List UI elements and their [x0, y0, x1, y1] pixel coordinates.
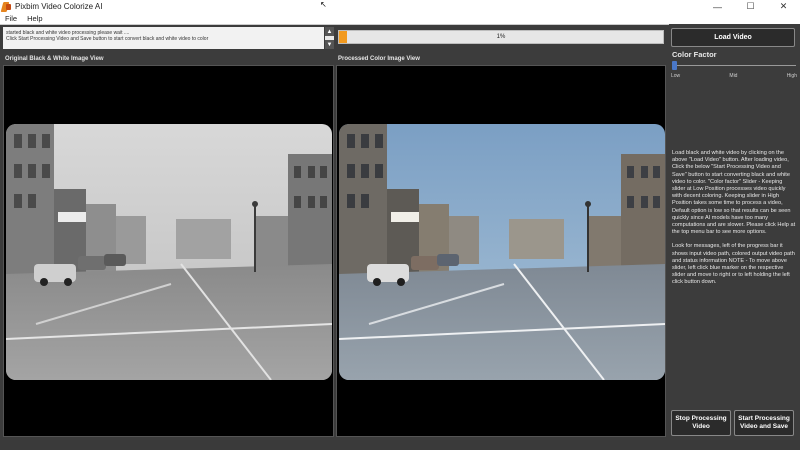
menu-file[interactable]: File [0, 14, 22, 23]
menu-help[interactable]: Help [22, 14, 47, 23]
window-controls: — ☐ ✕ [701, 0, 800, 13]
control-panel: Load Video Color Factor Low Mid High Loa… [669, 24, 800, 437]
message-line: Click Start Processing Video and Save bu… [6, 36, 209, 42]
instructions-text: Load black and white video by clicking o… [672, 150, 796, 294]
processed-view-label: Processed Color Image View [338, 56, 420, 62]
slider-tick-labels: Low Mid High [671, 73, 797, 79]
load-video-button[interactable]: Load Video [671, 28, 795, 47]
message-box[interactable]: started black and white video processing… [3, 27, 324, 49]
slider-label-mid: Mid [729, 73, 738, 79]
progress-label: 1% [496, 34, 506, 40]
original-video-frame [6, 124, 332, 380]
instructions-paragraph: Look for messages, left of the progress … [672, 243, 795, 286]
slider-label-high: High [786, 73, 797, 79]
title-bar: Pixbim Video Colorize AI — ☐ ✕ [0, 0, 800, 13]
color-factor-title: Color Factor [672, 50, 717, 59]
original-image-view [3, 65, 334, 437]
status-bar [0, 440, 800, 450]
start-processing-button[interactable]: Start Processing Video and Save [734, 410, 794, 436]
close-button[interactable]: ✕ [767, 0, 800, 13]
scroll-up-icon[interactable]: ▲ [325, 27, 334, 36]
message-scrollbar[interactable]: ▲ ▼ [325, 27, 334, 49]
color-factor-slider[interactable] [673, 65, 796, 66]
progress-bar: 1% [338, 30, 664, 44]
minimize-button[interactable]: — [701, 0, 734, 13]
app-logo-icon [2, 2, 12, 12]
window-title: Pixbim Video Colorize AI [15, 2, 103, 11]
color-factor-slider-thumb[interactable] [672, 61, 677, 70]
processed-image-view [336, 65, 666, 437]
stop-processing-button[interactable]: Stop Processing Video [671, 410, 731, 436]
processed-video-frame [339, 124, 665, 380]
slider-label-low: Low [671, 73, 681, 79]
scroll-down-icon[interactable]: ▼ [325, 40, 334, 49]
mouse-cursor-icon: ↖ [320, 0, 327, 9]
original-view-label: Original Black & White Image View [5, 56, 104, 62]
instructions-paragraph: Load black and white video by clicking o… [672, 150, 796, 236]
maximize-button[interactable]: ☐ [734, 0, 767, 13]
